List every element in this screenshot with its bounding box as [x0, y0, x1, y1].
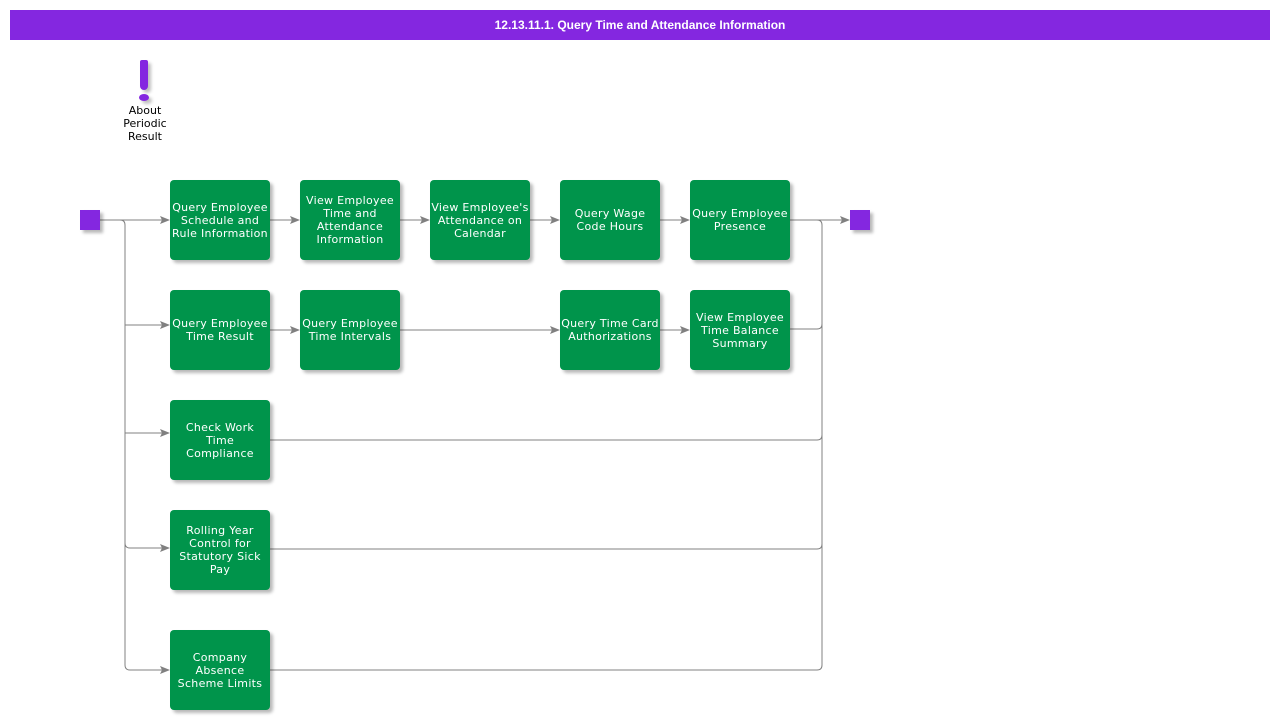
node-label: Query Wage Code Hours	[574, 207, 646, 233]
node-check-work-time-compliance[interactable]: Check Work Time Compliance	[170, 400, 270, 480]
edge-start-n11	[124, 542, 170, 552]
node-query-employee-time-result[interactable]: Query Employee Time Result	[170, 290, 270, 370]
node-company-absence-scheme-limits[interactable]: Company Absence Scheme Limits	[170, 630, 270, 710]
node-label: Query Employee Time Intervals	[302, 317, 398, 343]
node-label: Rolling Year Control for Statutory Sick …	[179, 524, 261, 576]
node-query-employee-presence[interactable]: Query Employee Presence	[690, 180, 790, 260]
edge-n11-end	[270, 543, 823, 550]
node-label: Query Employee Schedule and Rule Informa…	[172, 200, 268, 240]
start-event[interactable]	[80, 210, 100, 230]
edge-n10-end	[270, 434, 823, 441]
join-trunk	[816, 219, 823, 671]
node-rolling-year-control[interactable]: Rolling Year Control for Statutory Sick …	[170, 510, 270, 590]
node-query-employee-schedule[interactable]: Query Employee Schedule and Rule Informa…	[170, 180, 270, 260]
node-query-time-card-authorizations[interactable]: Query Time Card Authorizations	[560, 290, 660, 370]
node-label: View Employee Time and Attendance Inform…	[306, 194, 394, 246]
end-event[interactable]	[850, 210, 870, 230]
node-label: Query Time Card Authorizations	[561, 317, 659, 343]
node-label: Query Employee Presence	[692, 207, 788, 233]
split-trunk	[119, 219, 131, 671]
node-label: View Employee's Attendance on Calendar	[431, 200, 529, 240]
node-label: View Employee Time Balance Summary	[696, 310, 784, 350]
node-view-employee-time-attendance[interactable]: View Employee Time and Attendance Inform…	[300, 180, 400, 260]
node-query-wage-code-hours[interactable]: Query Wage Code Hours	[560, 180, 660, 260]
node-label: Check Work Time Compliance	[185, 420, 255, 460]
edge-n9-end	[790, 323, 823, 330]
node-query-employee-time-intervals[interactable]: Query Employee Time Intervals	[300, 290, 400, 370]
node-label: Company Absence Scheme Limits	[177, 650, 263, 690]
node-label: Query Employee Time Result	[172, 317, 268, 343]
node-view-time-balance-summary[interactable]: View Employee Time Balance Summary	[690, 290, 790, 370]
node-view-attendance-calendar[interactable]: View Employee's Attendance on Calendar	[430, 180, 530, 260]
